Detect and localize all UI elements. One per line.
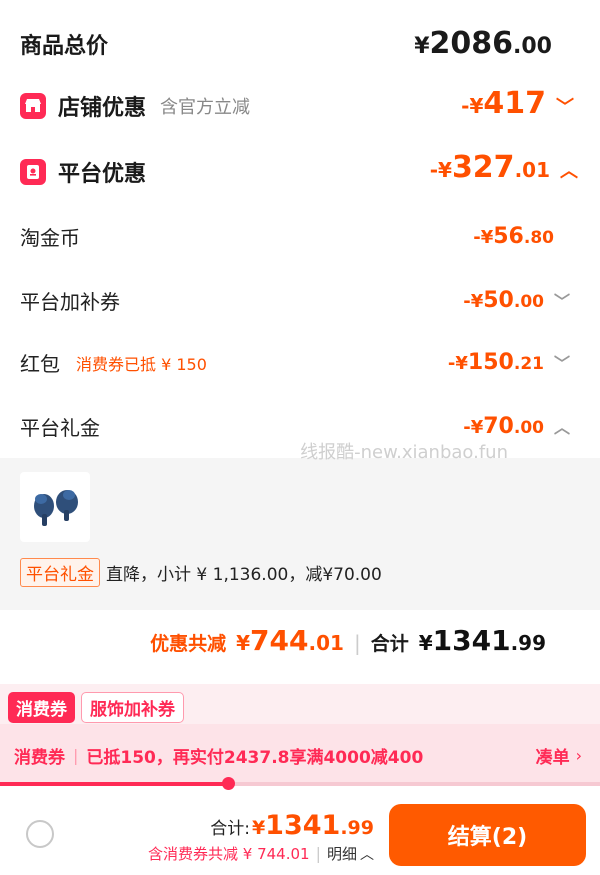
tab-consumer-coupon[interactable]: 消费券: [8, 692, 75, 723]
discount-total-value: ¥744.01: [236, 624, 344, 657]
discount-total-label: 优惠共减: [150, 633, 227, 655]
divider: |: [315, 844, 321, 863]
chevron-down-icon[interactable]: ﹀: [556, 93, 574, 119]
chevron-down-icon[interactable]: ﹀: [554, 350, 570, 374]
gift-detail-line: 平台礼金 直降，小计 ¥ 1,136.00，减¥70.00: [20, 558, 382, 587]
item-amount-red-packet[interactable]: -¥ 150.21 ﹀: [448, 350, 570, 375]
coupon-progress-fill: [0, 782, 228, 786]
coupon-progress-knob: [222, 777, 235, 790]
chevron-down-icon[interactable]: ﹀: [554, 288, 570, 312]
red-packet-row: 红包 消费券已抵 ¥ 150: [20, 348, 207, 377]
item-note-red-packet: 消费券已抵 ¥ 150: [76, 354, 207, 374]
platform-discount-row[interactable]: 平台优惠: [20, 156, 146, 188]
gift-detail-text: 直降，小计 ¥ 1,136.00，减¥70.00: [106, 565, 382, 585]
tab-apparel-coupon[interactable]: 服饰加补券: [81, 692, 184, 723]
watermark: 线报酷-new.xianbao.fun: [300, 442, 508, 463]
footer-subtext-row: 含消费券共减 ¥ 744.01 | 明细 ︿: [148, 843, 374, 864]
total-price-value: ¥2086.00: [414, 26, 552, 61]
coupon-banner-text: 已抵150，再实付2437.8享满4000减400: [86, 748, 424, 768]
chevron-right-icon: ›: [575, 746, 582, 765]
item-amount-subsidy-coupon[interactable]: -¥ 50.00 ﹀: [463, 288, 570, 313]
item-label-subsidy-coupon: 平台加补券: [20, 290, 120, 314]
add-items-link[interactable]: 凑单 ›: [536, 743, 582, 768]
detail-link[interactable]: 明细: [327, 843, 357, 864]
product-thumbnail[interactable]: [20, 472, 90, 542]
coupon-tabs: 消费券 服饰加补券: [8, 692, 184, 723]
shop-discount-amount[interactable]: -¥ 417 ﹀: [461, 86, 574, 121]
chevron-up-icon[interactable]: ︿: [360, 844, 374, 864]
platform-discount-title: 平台优惠: [58, 162, 147, 187]
store-icon: [20, 93, 46, 119]
item-label-taojinbi: 淘金币: [20, 226, 80, 250]
total-price-label: 商品总价: [20, 34, 109, 59]
sum-value: ¥1341.99: [418, 624, 546, 657]
item-amount-taojinbi: -¥56.80: [473, 224, 554, 249]
totals-row: 优惠共减 ¥744.01 | 合计 ¥1341.99: [150, 624, 546, 657]
add-items-label: 凑单: [535, 748, 570, 768]
checkout-button[interactable]: 结算(2): [389, 804, 586, 866]
shop-discount-note: 含官方立减: [160, 97, 251, 118]
sum-label: 合计: [370, 633, 409, 655]
divider: |: [353, 631, 361, 655]
coupon-banner-text-row: 消费券 | 已抵150，再实付2437.8享满4000减400: [14, 743, 423, 768]
select-all-checkbox[interactable]: [26, 820, 54, 848]
red-packet-icon: [20, 159, 46, 185]
gift-money-tag: 平台礼金: [20, 558, 100, 587]
coupon-banner-label: 消费券: [14, 748, 65, 768]
shop-discount-row[interactable]: 店铺优惠 含官方立减: [20, 90, 250, 122]
shop-discount-title: 店铺优惠: [58, 96, 147, 121]
item-label-red-packet: 红包: [20, 352, 60, 376]
gift-detail-panel: [0, 458, 600, 610]
chevron-up-icon[interactable]: ︿: [560, 157, 578, 183]
item-label-gift-money: 平台礼金: [20, 416, 100, 440]
chevron-up-icon[interactable]: ︿: [554, 414, 570, 438]
divider: |: [73, 746, 79, 765]
footer-sum-value: ¥1341.99: [251, 810, 374, 841]
footer-sum: 合计: ¥1341.99: [210, 810, 374, 841]
platform-discount-amount[interactable]: -¥ 327.01 ︿: [430, 150, 578, 185]
item-amount-gift-money[interactable]: -¥ 70.00 ︿: [463, 414, 570, 439]
earbuds-image: [34, 490, 78, 526]
footer-sum-label: 合计:: [210, 819, 250, 839]
footer-subtext: 含消费券共减 ¥ 744.01: [148, 845, 310, 863]
